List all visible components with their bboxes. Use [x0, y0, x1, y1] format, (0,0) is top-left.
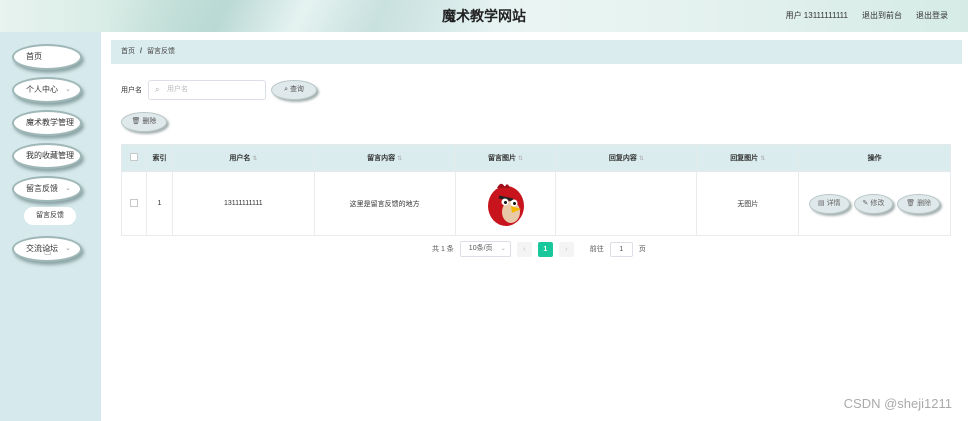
col-label: 回复图片: [730, 155, 759, 162]
sidebar-item-personal-center[interactable]: 个人中心 ⌄: [12, 77, 82, 103]
sort-icon: ⇅: [638, 156, 644, 162]
table-header-row: 索引 用户名 ⇅ 留言内容 ⇅ 留言图片 ⇅ 回复内容 ⇅ 回复图片 ⇅ 操作: [121, 144, 951, 172]
breadcrumb: 首页 / 留言反馈: [111, 40, 962, 64]
sidebar-item-feedback[interactable]: 留言反馈 ⌄: [12, 176, 82, 202]
cell-username: 13111111111: [171, 171, 315, 236]
page-unit: 页: [638, 246, 646, 253]
username-search-input[interactable]: ⌕ 用户名: [148, 80, 266, 100]
pagination: 共 1 条 10条/页 ⌄ ‹ 1 › 前往 1 页: [432, 241, 646, 257]
total-count: 共 1 条: [432, 246, 454, 253]
select-all-checkbox[interactable]: [129, 153, 138, 161]
sidebar-item-magic-teaching[interactable]: 魔术教学管理: [12, 110, 82, 136]
delete-button[interactable]: 🗑 删除: [897, 193, 941, 214]
col-reply-image[interactable]: 回复图片 ⇅: [696, 144, 800, 172]
delete-label: 删除: [142, 118, 157, 125]
goto-label: 前往: [589, 246, 604, 253]
breadcrumb-home[interactable]: 首页: [121, 48, 135, 55]
sort-icon: ⇅: [518, 156, 524, 162]
feedback-table: 索引 用户名 ⇅ 留言内容 ⇅ 留言图片 ⇅ 回复内容 ⇅ 回复图片 ⇅ 操作 1 131…: [121, 144, 951, 236]
sidebar-item-label: 个人中心: [26, 85, 58, 94]
sidebar-item-favorites[interactable]: 我的收藏管理: [12, 143, 82, 169]
sidebar-item-label: 首页: [26, 52, 42, 61]
edit-label: 修改: [870, 199, 885, 207]
row-checkbox[interactable]: [129, 198, 138, 207]
prev-page-button[interactable]: ‹: [516, 241, 532, 257]
sort-icon: ⇅: [252, 156, 258, 162]
chevron-down-icon: ⌄: [65, 245, 71, 252]
col-actions: 操作: [798, 144, 951, 172]
sidebar-item-label: 魔术教学管理: [26, 118, 74, 127]
col-content[interactable]: 留言内容 ⇅: [313, 144, 456, 172]
detail-label: 详情: [826, 199, 841, 207]
chevron-down-icon: ⌄: [500, 246, 506, 252]
sort-icon: ⇅: [397, 156, 403, 162]
chevron-down-icon: ⌄: [65, 86, 71, 93]
edit-icon: ✎: [862, 199, 869, 207]
select-all-header: [121, 144, 147, 172]
sidebar-item-label: 我的收藏管理: [26, 151, 74, 160]
angry-bird-image[interactable]: [483, 178, 529, 228]
goto-page-input[interactable]: 1: [609, 241, 633, 257]
col-index: 索引: [145, 144, 173, 172]
logout-link[interactable]: 退出登录: [916, 10, 948, 21]
col-label: 留言图片: [488, 155, 517, 162]
top-header: 魔术教学网站 用户 13111111111 退出到前台 退出登录: [0, 0, 968, 32]
search-label: 用户名: [121, 87, 142, 94]
search-icon: ⌕: [155, 85, 160, 94]
col-image[interactable]: 留言图片 ⇅: [454, 144, 557, 172]
table-row: 1 13111111111 这里是留言反馈的地方 无图片 ▤ 详情 ✎ 修改 🗑…: [121, 171, 951, 236]
col-label: 用户名: [229, 155, 251, 162]
query-label: 查询: [289, 86, 304, 93]
sidebar-item-label: 留言反馈: [26, 184, 58, 193]
page-size-select[interactable]: 10条/页 ⌄: [459, 241, 511, 257]
page-size-value: 10条/页: [468, 245, 493, 252]
col-username[interactable]: 用户名 ⇅: [171, 144, 315, 172]
cell-actions: ▤ 详情 ✎ 修改 🗑 删除: [798, 171, 951, 236]
search-icon: ⌕: [284, 86, 288, 93]
current-page-button[interactable]: 1: [537, 241, 553, 257]
breadcrumb-separator: /: [140, 48, 142, 55]
col-label: 留言内容: [367, 155, 396, 162]
sidebar-item-home[interactable]: 首页: [12, 44, 82, 70]
trash-icon: 🗑: [906, 199, 916, 207]
submenu-item-feedback[interactable]: 留言反馈: [24, 207, 76, 225]
back-to-front-link[interactable]: 退出到前台: [862, 10, 902, 21]
sidebar-item-label: 交流论坛: [26, 244, 58, 253]
cell-index: 1: [145, 171, 173, 236]
breadcrumb-current: 留言反馈: [146, 48, 175, 55]
col-label: 回复内容: [608, 155, 637, 162]
edit-button[interactable]: ✎ 修改: [853, 193, 894, 214]
search-placeholder: 用户名: [167, 86, 188, 93]
batch-delete-button[interactable]: 🗑 删除: [121, 112, 167, 132]
detail-button[interactable]: ▤ 详情: [808, 193, 850, 214]
delete-label: 删除: [917, 199, 932, 207]
col-reply[interactable]: 回复内容 ⇅: [555, 144, 698, 172]
header-actions: 用户 13111111111 退出到前台 退出登录: [786, 10, 948, 21]
row-select-cell: [121, 171, 147, 236]
cell-image: [454, 171, 557, 236]
doc-icon: ▤: [817, 199, 825, 207]
sort-icon: ⇅: [760, 156, 766, 162]
cell-reply-image: 无图片: [696, 171, 800, 236]
chevron-down-icon: ⌄: [65, 185, 71, 192]
user-info: 用户 13111111111: [785, 11, 848, 20]
trash-icon: 🗑: [131, 118, 141, 125]
cell-reply: [555, 171, 698, 236]
next-page-button[interactable]: ›: [558, 241, 574, 257]
query-button[interactable]: ⌕ 查询: [271, 80, 317, 100]
watermark: CSDN @sheji1211: [843, 396, 952, 411]
cell-content: 这里是留言反馈的地方: [313, 171, 456, 236]
hand-cursor-icon: ☝: [44, 244, 52, 258]
